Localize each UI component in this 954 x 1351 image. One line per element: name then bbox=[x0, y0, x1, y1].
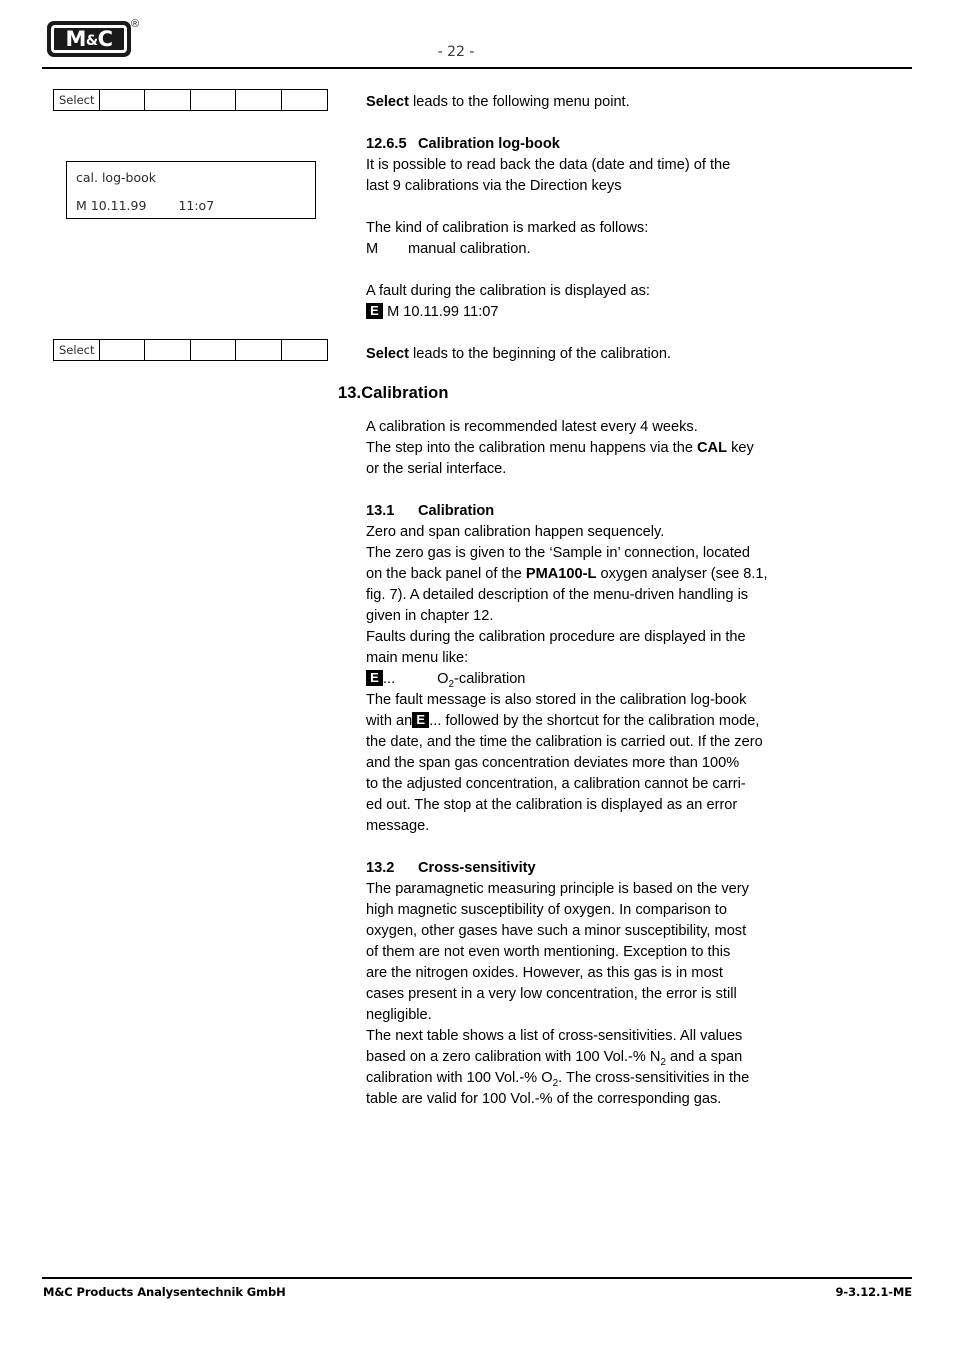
sec-13-1-l3b: oxygen analyser (see 8.1, bbox=[596, 566, 768, 582]
fault-entry-text: M 10.11.99 11:07 bbox=[387, 304, 499, 320]
section-title: Calibration log-book bbox=[418, 136, 560, 152]
keyword-select: Select bbox=[366, 94, 409, 110]
sec-13-2-line-4: of them are not even worth mentioning. E… bbox=[366, 944, 731, 960]
sec-13-2-line-3: oxygen, other gases have such a minor su… bbox=[366, 923, 747, 939]
sec-13-1-l9a: with an bbox=[366, 713, 413, 729]
sec-13-1-line-13: ed out. The stop at the calibration is d… bbox=[366, 797, 738, 813]
menu-cell-5[interactable] bbox=[236, 340, 282, 360]
menu-cell-4[interactable] bbox=[191, 340, 236, 360]
menu-cell-3[interactable] bbox=[145, 90, 191, 110]
footer-divider bbox=[42, 1277, 912, 1279]
sec-13-1-line-6: Faults during the calibration procedure … bbox=[366, 629, 746, 645]
sec-13-1-line-14: message. bbox=[366, 818, 430, 834]
sec-13-1-line-11: and the span gas concentration deviates … bbox=[366, 755, 740, 771]
menu-cell-5[interactable] bbox=[236, 90, 282, 110]
sec-13-1-line-9: with an E... followed by the shortcut for… bbox=[366, 711, 798, 732]
chapter-13-body-l2b: key bbox=[727, 440, 754, 456]
sec-13-1-line-2: The zero gas is given to the ‘Sample in’… bbox=[366, 545, 750, 561]
sec-13-1-line-5: given in chapter 12. bbox=[366, 608, 494, 624]
sec-13-1-line-1: Zero and span calibration happen sequenc… bbox=[366, 524, 665, 540]
sec-13-1-fault-display-line: E... O2-calibration bbox=[366, 669, 798, 690]
section-heading-12-6-5: 12.6.5 Calibration log-book bbox=[366, 134, 798, 155]
select-begin-rest: leads to the beginning of the calibratio… bbox=[409, 346, 672, 362]
sec-13-1-l3a: on the back panel of the bbox=[366, 566, 526, 582]
sec-13-2-line-10: calibration with 100 Vol.-% O2. The cros… bbox=[366, 1068, 798, 1089]
menu-cell-select[interactable]: Select bbox=[54, 90, 100, 110]
menu-cell-4[interactable] bbox=[191, 90, 236, 110]
sec-13-2-line-5: are the nitrogen oxides. However, as thi… bbox=[366, 965, 723, 981]
menu-bar-figure-bottom: Select bbox=[53, 339, 328, 361]
error-badge-icon: E bbox=[412, 712, 430, 728]
sec-12-6-5-line-1: It is possible to read back the data (da… bbox=[366, 157, 731, 173]
sec-13-2-l10a: calibration with 100 Vol.-% O bbox=[366, 1070, 553, 1086]
menu-cell-2[interactable] bbox=[100, 90, 145, 110]
chapter-13-body-line-2: The step into the calibration menu happe… bbox=[366, 438, 798, 459]
device-name: PMA100-L bbox=[525, 566, 597, 582]
sec-13-2-l9b: and a span bbox=[666, 1049, 743, 1065]
section-number: 13.1 bbox=[366, 503, 395, 519]
main-text-column: Select leads to the following menu point… bbox=[366, 92, 798, 1110]
menu-bar-figure-top: Select bbox=[53, 89, 328, 111]
section-heading-13-1: 13.1 Calibration bbox=[366, 501, 798, 522]
sec-13-2-line-6: cases present in a very low concentratio… bbox=[366, 986, 737, 1002]
calibration-code-line: Mmanual calibration. bbox=[366, 239, 798, 260]
sec-13-2-l10b: . The cross-sensitivities in the bbox=[558, 1070, 750, 1086]
paragraph-select-menu-point: Select leads to the following menu point… bbox=[366, 92, 798, 113]
footer-doc-code: 9-3.12.1-ME bbox=[835, 1285, 913, 1299]
registered-trademark-icon: ® bbox=[131, 18, 140, 30]
fault-dots: ... bbox=[383, 671, 396, 687]
sec-13-1-line-3: on the back panel of the PMA100-L oxygen… bbox=[366, 564, 798, 585]
section-title: Calibration bbox=[418, 503, 495, 519]
menu-cell-select[interactable]: Select bbox=[54, 340, 100, 360]
lcd-entry: M 10.11.99 11:o7 bbox=[76, 198, 214, 213]
kind-of-calibration-line: The kind of calibration is marked as fol… bbox=[366, 220, 649, 236]
sec-12-6-5-line-2: last 9 calibrations via the Direction ke… bbox=[366, 178, 622, 194]
lcd-display-cal-logbook: cal. log-book M 10.11.99 11:o7 bbox=[66, 161, 316, 219]
chapter-13-body-line-1: A calibration is recommended latest ever… bbox=[366, 419, 698, 435]
menu-cell-6[interactable] bbox=[282, 90, 327, 110]
section-number: 13.2 bbox=[366, 860, 395, 876]
calibration-code: M bbox=[366, 241, 379, 257]
sec-13-2-line-1: The paramagnetic measuring principle is … bbox=[366, 881, 749, 897]
fault-example-line: E M 10.11.99 11:07 bbox=[366, 302, 798, 323]
lcd-title: cal. log-book bbox=[76, 170, 156, 185]
sec-13-1-line-12: to the adjusted concentration, a calibra… bbox=[366, 776, 746, 792]
keyword-select: Select bbox=[366, 346, 409, 362]
paragraph-select-begin-calibration: Select leads to the beginning of the cal… bbox=[366, 344, 798, 365]
fault-label-post: -calibration bbox=[454, 671, 526, 687]
sec-13-2-line-7: negligible. bbox=[366, 1007, 432, 1023]
fault-label-pre: O bbox=[437, 671, 449, 687]
fault-intro-line: A fault during the calibration is displa… bbox=[366, 283, 650, 299]
select-rest: leads to the following menu point. bbox=[409, 94, 630, 110]
menu-cell-2[interactable] bbox=[100, 340, 145, 360]
sec-13-2-line-2: high magnetic susceptibility of oxygen. … bbox=[366, 902, 727, 918]
document-page: M&C ® - 22 - Select cal. log-book M 10.1… bbox=[0, 0, 954, 1351]
sec-13-2-line-8: The next table shows a list of cross-sen… bbox=[366, 1028, 743, 1044]
sec-13-2-line-9: based on a zero calibration with 100 Vol… bbox=[366, 1047, 798, 1068]
section-title: Cross-sensitivity bbox=[418, 860, 536, 876]
menu-cell-6[interactable] bbox=[282, 340, 327, 360]
sec-13-1-line-8: The fault message is also stored in the … bbox=[366, 692, 747, 708]
menu-cell-3[interactable] bbox=[145, 340, 191, 360]
error-badge-icon: E bbox=[366, 670, 383, 686]
section-heading-13-2: 13.2 Cross-sensitivity bbox=[366, 858, 798, 879]
header-divider bbox=[42, 67, 912, 69]
lcd-entry-time: 11:o7 bbox=[178, 198, 215, 213]
sec-13-2-line-11: table are valid for 100 Vol.-% of the co… bbox=[366, 1091, 722, 1107]
chapter-13-body-line-3: or the serial interface. bbox=[366, 461, 507, 477]
sec-13-1-line-7: main menu like: bbox=[366, 650, 469, 666]
error-badge-icon: E bbox=[366, 303, 383, 319]
keyword-cal: CAL bbox=[697, 440, 728, 456]
sec-13-2-l9a: based on a zero calibration with 100 Vol… bbox=[366, 1049, 661, 1065]
calibration-code-desc: manual calibration. bbox=[408, 241, 531, 257]
page-number: - 22 - bbox=[437, 44, 475, 60]
section-number: 12.6.5 bbox=[366, 136, 407, 152]
sec-13-1-l9b: ... followed by the shortcut for the cal… bbox=[429, 713, 760, 729]
lcd-entry-date: M 10.11.99 bbox=[76, 198, 147, 213]
sec-13-1-line-4: fig. 7). A detailed description of the m… bbox=[366, 587, 749, 603]
chapter-13-body-l2a: The step into the calibration menu happe… bbox=[366, 440, 698, 456]
sec-13-1-line-10: the date, and the time the calibration i… bbox=[366, 734, 763, 750]
